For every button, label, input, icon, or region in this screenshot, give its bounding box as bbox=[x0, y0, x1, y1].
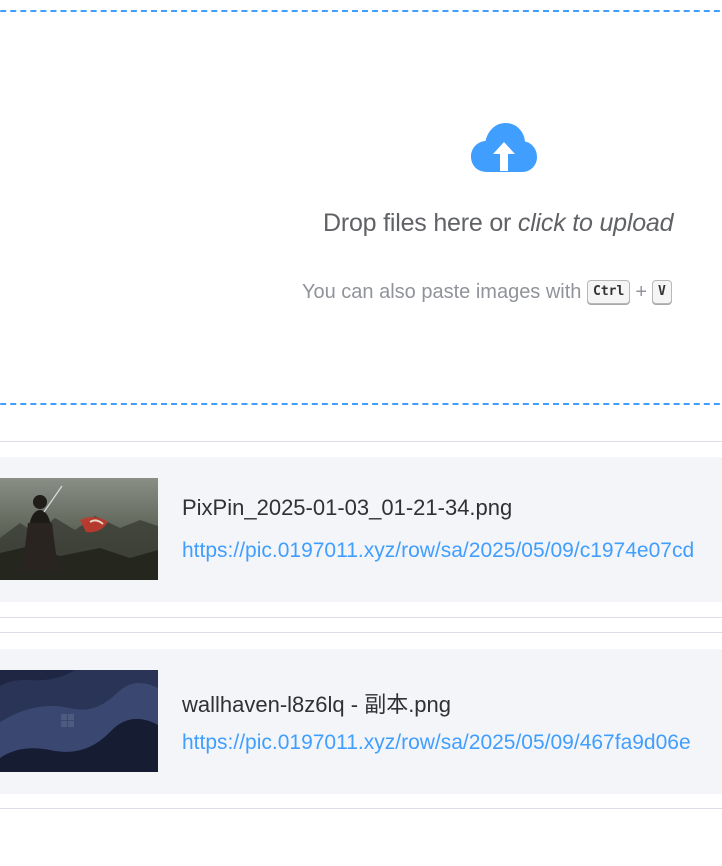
samurai-artwork-image bbox=[0, 478, 158, 580]
v-key: V bbox=[652, 280, 672, 304]
upload-page: Drop files here or click to upload You c… bbox=[0, 0, 722, 866]
upload-dropzone[interactable]: Drop files here or click to upload You c… bbox=[0, 10, 722, 405]
file-thumbnail[interactable] bbox=[0, 478, 158, 580]
divider bbox=[0, 632, 722, 633]
file-url-link[interactable]: https://pic.0197011.xyz/row/sa/2025/05/0… bbox=[182, 731, 691, 755]
click-to-upload-link[interactable]: click to upload bbox=[518, 209, 674, 237]
file-name: wallhaven-l8z6lq - 副本.png bbox=[182, 692, 452, 717]
cloud-upload-icon bbox=[471, 123, 537, 172]
uploaded-file-card: wallhaven-l8z6lq - 副本.png https://pic.01… bbox=[0, 649, 722, 794]
wave-wallpaper-image bbox=[0, 670, 158, 772]
paste-hint: You can also paste images with Ctrl + V bbox=[302, 280, 672, 304]
plus-sign: + bbox=[635, 280, 647, 303]
file-url-link[interactable]: https://pic.0197011.xyz/row/sa/2025/05/0… bbox=[182, 539, 694, 563]
file-name: PixPin_2025-01-03_01-21-34.png bbox=[182, 495, 513, 520]
drop-files-text: Drop files here or click to upload bbox=[323, 209, 674, 238]
uploaded-file-card: PixPin_2025-01-03_01-21-34.png https://p… bbox=[0, 457, 722, 602]
ctrl-key: Ctrl bbox=[587, 280, 631, 304]
paste-hint-label: You can also paste images with bbox=[302, 280, 582, 303]
divider bbox=[0, 441, 722, 442]
divider bbox=[0, 617, 722, 618]
file-thumbnail[interactable] bbox=[0, 670, 158, 772]
divider bbox=[0, 808, 722, 809]
drop-text-label: Drop files here or bbox=[323, 209, 518, 237]
